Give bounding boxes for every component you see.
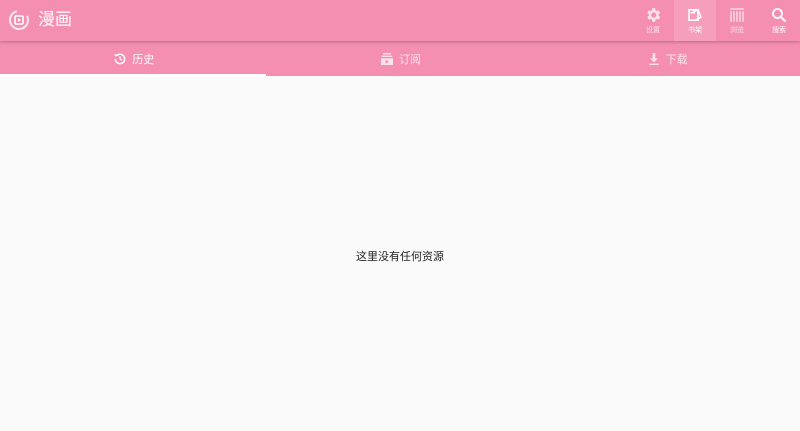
browse-button[interactable]: 浏览 (716, 0, 758, 41)
tab-subscribe[interactable]: 订阅 (267, 41, 534, 76)
bookshelf-button[interactable]: 书架 (674, 0, 716, 41)
browse-grid-icon (730, 8, 744, 22)
search-icon (772, 8, 786, 22)
tab-bar: 历史 订阅 下载 (0, 41, 800, 76)
toolbar-actions: 设置 书架 浏览 搜索 (632, 0, 800, 41)
app-bar: 漫画 设置 书架 浏览 搜索 (0, 0, 800, 41)
tab-subscribe-label: 订阅 (399, 52, 421, 66)
search-button[interactable]: 搜索 (758, 0, 800, 41)
browse-label: 浏览 (730, 26, 744, 34)
subscribe-icon (381, 52, 393, 65)
download-icon (649, 52, 659, 65)
history-icon (114, 53, 126, 64)
gear-icon (647, 8, 661, 22)
settings-button[interactable]: 设置 (632, 0, 674, 41)
app-title: 漫画 (38, 10, 72, 30)
tab-history[interactable]: 历史 (0, 41, 267, 76)
tab-download[interactable]: 下载 (533, 41, 800, 76)
bookshelf-icon (688, 8, 702, 21)
bookshelf-label: 书架 (688, 26, 702, 34)
tab-indicator (0, 74, 266, 77)
tab-download-label: 下载 (665, 52, 688, 66)
tab-history-label: 历史 (132, 52, 155, 66)
search-label: 搜索 (772, 26, 786, 34)
settings-label: 设置 (646, 26, 660, 34)
manga-logo-icon[interactable] (8, 9, 30, 31)
empty-message: 这里没有任何资源 (356, 250, 444, 263)
content-area: 这里没有任何资源 (0, 76, 800, 431)
